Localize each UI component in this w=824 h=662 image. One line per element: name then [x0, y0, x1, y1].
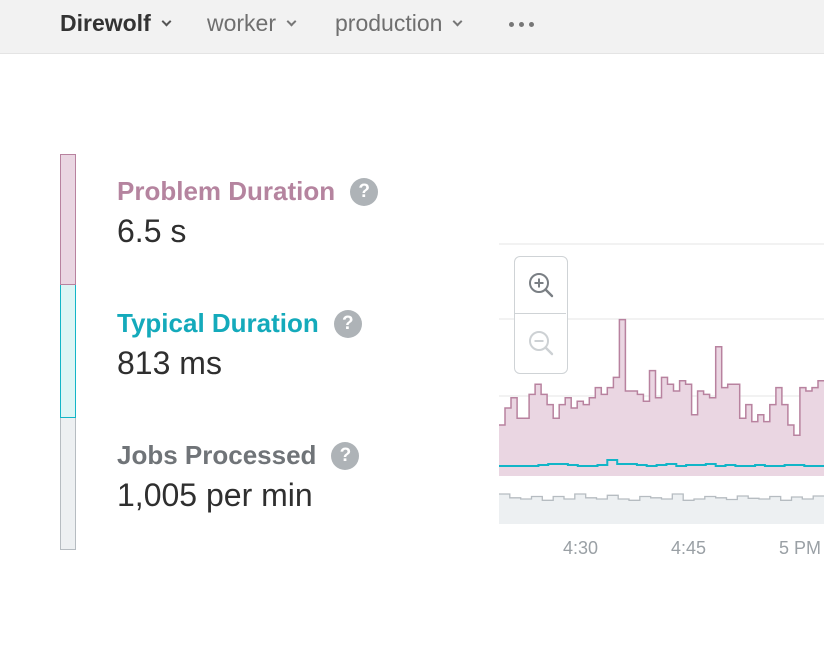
metrics-chart[interactable]: 4:30 4:45 5 PM [499, 238, 824, 568]
help-icon[interactable]: ? [331, 441, 360, 470]
x-tick-label: 4:45 [671, 538, 707, 558]
breadcrumb-app-selector[interactable]: Direwolf [60, 10, 172, 37]
breadcrumb-stage-selector[interactable]: production [335, 10, 463, 37]
x-tick-label: 5 PM [779, 538, 822, 558]
chevron-down-icon [161, 16, 172, 26]
legend-swatch-jobs [60, 418, 76, 550]
legend-swatch-typical [60, 285, 76, 418]
problem-duration-value: 6.5 s [117, 213, 187, 249]
zoom-in-button[interactable] [515, 257, 566, 314]
chevron-down-icon [286, 16, 297, 26]
jobs-processed-metric: Jobs Processed ? 1,005 per min [117, 440, 360, 514]
breadcrumb-environment-selector[interactable]: worker [207, 10, 297, 37]
metric-legend-bar [60, 154, 76, 550]
typical-duration-metric: Typical Duration ? 813 ms [117, 308, 362, 382]
zoom-in-icon [528, 273, 553, 298]
help-icon[interactable]: ? [350, 177, 379, 206]
more-menu-button[interactable] [509, 22, 534, 27]
typical-duration-label: Typical Duration [117, 308, 319, 338]
help-icon[interactable]: ? [333, 309, 362, 338]
x-tick-label: 4:30 [563, 538, 599, 558]
zoom-out-button[interactable] [515, 314, 566, 371]
jobs-processed-label: Jobs Processed [117, 440, 317, 470]
jobs-processed-value: 1,005 per min [117, 477, 313, 513]
problem-duration-label: Problem Duration [117, 176, 336, 206]
chevron-down-icon [452, 16, 463, 26]
environment-name: worker [207, 10, 277, 36]
problem-duration-metric: Problem Duration ? 6.5 s [117, 176, 379, 250]
typical-duration-value: 813 ms [117, 345, 222, 381]
zoom-out-icon [528, 330, 553, 355]
top-navigation-bar: Direwolf worker production [0, 0, 824, 54]
app-name: Direwolf [60, 10, 151, 36]
zoom-controls [514, 256, 568, 374]
jobs-processed-series [499, 493, 824, 524]
more-horizontal-icon [509, 22, 514, 27]
stage-name: production [335, 10, 443, 36]
legend-swatch-problem [60, 154, 76, 285]
